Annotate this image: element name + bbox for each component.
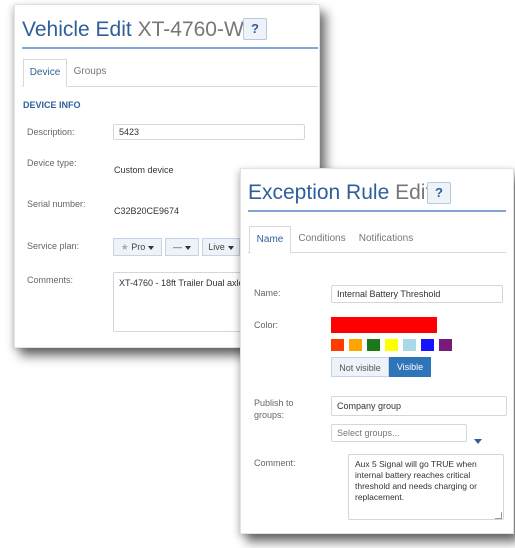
exception-rule-title-sub: Edit — [395, 181, 432, 204]
device-info-heading: DEVICE INFO — [23, 100, 81, 110]
vehicle-edit-title: Vehicle Edit XT-4760-Wes — [22, 18, 266, 42]
color-swatch-light-blue[interactable] — [403, 339, 416, 351]
comments-textarea[interactable]: XT-4760 - 18ft Trailer Dual axle — [113, 272, 253, 332]
service-plan-pro-dropdown[interactable]: ★ Pro — [113, 238, 162, 256]
tab-name[interactable]: Name — [249, 226, 291, 254]
comment-label: Comment: — [254, 458, 296, 468]
service-plan-dash-label: — — [173, 242, 182, 252]
vehicle-help-button[interactable]: ? — [243, 18, 267, 40]
rule-name-input[interactable]: Internal Battery Threshold — [331, 285, 503, 303]
select-groups-chevron-icon[interactable] — [474, 431, 482, 449]
serial-number-label: Serial number: — [27, 199, 86, 209]
service-plan-label: Service plan: — [27, 241, 80, 251]
exception-help-button[interactable]: ? — [427, 182, 451, 204]
tab-groups[interactable]: Groups — [70, 59, 110, 85]
vehicle-title-underline — [22, 47, 318, 49]
tab-notifications[interactable]: Notifications — [358, 226, 414, 252]
color-swatch-orange[interactable] — [349, 339, 362, 351]
visible-toggle[interactable]: Visible — [389, 357, 431, 377]
description-label: Description: — [27, 127, 75, 137]
chevron-down-icon — [148, 245, 155, 250]
name-label: Name: — [254, 288, 281, 298]
description-input[interactable]: 5423 — [113, 124, 305, 140]
not-visible-toggle[interactable]: Not visible — [331, 357, 389, 377]
chevron-down-icon — [227, 245, 234, 250]
color-swatch-purple[interactable] — [439, 339, 452, 351]
exception-rule-panel: Exception Rule Edit ? Name Conditions No… — [240, 168, 514, 534]
color-swatch-yellow[interactable] — [385, 339, 398, 351]
exception-rule-title: Exception Rule Edit — [248, 181, 431, 205]
serial-number-value: C32B20CE9674 — [114, 206, 180, 216]
exception-tabs: Name Conditions Notifications — [248, 226, 506, 254]
selected-color-swatch[interactable] — [331, 317, 437, 333]
color-swatch-blue[interactable] — [421, 339, 434, 351]
service-plan-secondary-dropdown[interactable]: — — [165, 238, 199, 256]
color-swatch-orange-red[interactable] — [331, 339, 344, 351]
service-plan-pro-label: Pro — [131, 242, 146, 252]
vehicle-tabs: Device Groups — [22, 59, 318, 87]
exception-rule-title-main: Exception Rule — [248, 181, 390, 204]
tab-device[interactable]: Device — [23, 59, 67, 87]
vehicle-edit-title-main: Vehicle Edit — [22, 18, 132, 41]
published-group-chip[interactable]: Company group — [331, 396, 507, 416]
service-plan-live-label: Live — [208, 242, 225, 252]
service-plan-live-dropdown[interactable]: Live — [202, 238, 240, 256]
exception-title-underline — [248, 210, 506, 212]
comment-textarea[interactable]: Aux 5 Signal will go TRUE when internal … — [348, 454, 504, 520]
comments-label: Comments: — [27, 275, 74, 285]
select-groups-input[interactable]: Select groups... — [331, 424, 467, 442]
tab-conditions[interactable]: Conditions — [296, 226, 348, 252]
chevron-down-icon — [185, 245, 191, 250]
device-type-label: Device type: — [27, 158, 77, 168]
star-icon: ★ — [120, 242, 129, 252]
color-swatch-green[interactable] — [367, 339, 380, 351]
device-type-value: Custom device — [114, 165, 174, 175]
publish-to-groups-label: Publish to groups: — [254, 398, 294, 420]
color-label: Color: — [254, 320, 279, 330]
resize-handle-icon[interactable] — [495, 512, 502, 519]
